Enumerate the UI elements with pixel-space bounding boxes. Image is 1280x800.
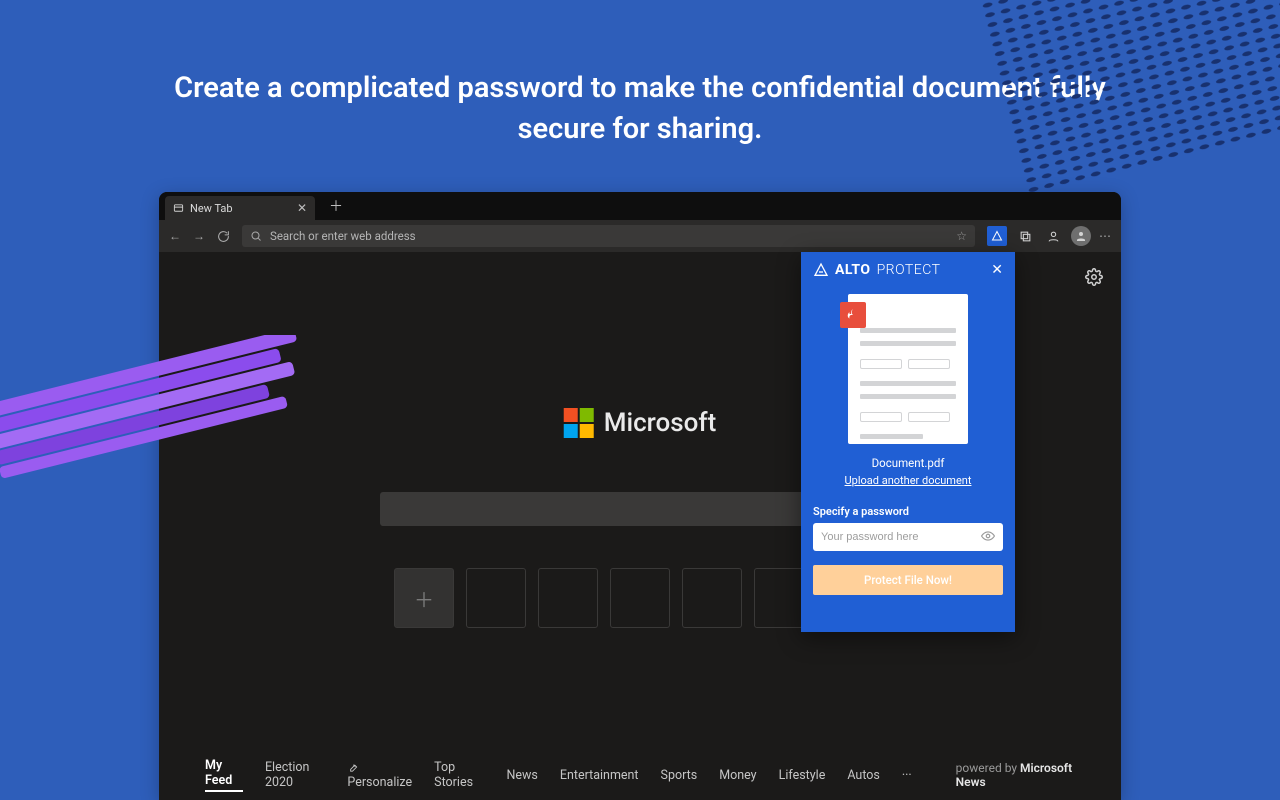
address-bar-placeholder: Search or enter web address: [270, 229, 416, 243]
upload-another-link[interactable]: Upload another document: [801, 474, 1015, 487]
powered-by-label: powered by Microsoft News: [956, 761, 1075, 789]
nav-item-personalize[interactable]: Personalize: [347, 760, 412, 790]
add-quick-link-tile[interactable]: ＋: [394, 568, 454, 628]
pdf-badge-icon: [840, 302, 866, 328]
new-tab-button[interactable]: ＋: [323, 196, 349, 216]
decorative-texture: [981, 0, 1280, 196]
quick-link-tile[interactable]: [466, 568, 526, 628]
quick-link-tile[interactable]: [610, 568, 670, 628]
toolbar: ← → Search or enter web address ☆ ⋯: [159, 220, 1121, 252]
altoprotect-panel: ALTOPROTECT ✕ Document.pdf Upload anothe…: [801, 252, 1015, 632]
feedback-icon[interactable]: [1043, 226, 1063, 246]
settings-gear-icon[interactable]: [1085, 268, 1103, 290]
microsoft-logo-icon: [564, 408, 594, 438]
overflow-menu-icon[interactable]: ⋯: [1099, 229, 1111, 243]
nav-more-icon[interactable]: ···: [902, 768, 912, 783]
panel-close-icon[interactable]: ✕: [991, 262, 1003, 278]
document-preview: [848, 294, 968, 444]
nav-item-my-feed[interactable]: My Feed: [205, 758, 243, 792]
favorite-icon[interactable]: ☆: [956, 229, 967, 243]
nav-item-election[interactable]: Election 2020: [265, 760, 325, 790]
tab-close-icon[interactable]: ✕: [297, 201, 307, 215]
search-icon: [250, 230, 262, 242]
nav-item-money[interactable]: Money: [719, 768, 756, 783]
panel-header: ALTOPROTECT ✕: [801, 252, 1015, 288]
panel-brand: ALTOPROTECT: [835, 262, 940, 278]
file-name-label: Document.pdf: [801, 456, 1015, 470]
password-field-wrapper: [813, 523, 1003, 551]
promo-headline: Create a complicated password to make th…: [150, 0, 1130, 149]
quick-link-tile[interactable]: [682, 568, 742, 628]
nav-refresh-button[interactable]: [217, 230, 230, 243]
news-nav: My Feed Election 2020 Personalize Top St…: [159, 758, 1121, 792]
reveal-password-icon[interactable]: [981, 528, 995, 547]
password-input[interactable]: [821, 531, 981, 543]
password-label: Specify a password: [813, 505, 1003, 518]
nav-item-top-stories[interactable]: Top Stories: [434, 760, 484, 790]
personalize-icon: [347, 762, 358, 773]
newtab-content: Microsoft ＋ My Feed Election 2020 Person…: [159, 252, 1121, 800]
profile-avatar[interactable]: [1071, 226, 1091, 246]
nav-item-sports[interactable]: Sports: [661, 768, 698, 783]
microsoft-logo: Microsoft: [564, 408, 717, 438]
address-bar[interactable]: Search or enter web address ☆: [242, 225, 975, 247]
tab-new-tab[interactable]: New Tab ✕: [165, 196, 315, 220]
tab-title: New Tab: [190, 202, 233, 215]
nav-item-news[interactable]: News: [506, 768, 537, 783]
tab-page-icon: [173, 203, 184, 214]
nav-forward-button[interactable]: →: [193, 229, 205, 243]
nav-item-lifestyle[interactable]: Lifestyle: [779, 768, 826, 783]
protect-file-button[interactable]: Protect File Now!: [813, 565, 1003, 595]
nav-item-entertainment[interactable]: Entertainment: [560, 768, 639, 783]
altoprotect-extension-icon[interactable]: [987, 226, 1007, 246]
nav-back-button[interactable]: ←: [169, 229, 181, 243]
quick-link-tile[interactable]: [538, 568, 598, 628]
nav-item-autos[interactable]: Autos: [847, 768, 880, 783]
microsoft-wordmark: Microsoft: [604, 408, 717, 438]
altoprotect-logo-icon: [813, 262, 829, 278]
tab-strip: New Tab ✕ ＋: [159, 192, 1121, 220]
browser-window: New Tab ✕ ＋ ← → Search or enter web addr…: [159, 192, 1121, 800]
collections-icon[interactable]: [1015, 226, 1035, 246]
